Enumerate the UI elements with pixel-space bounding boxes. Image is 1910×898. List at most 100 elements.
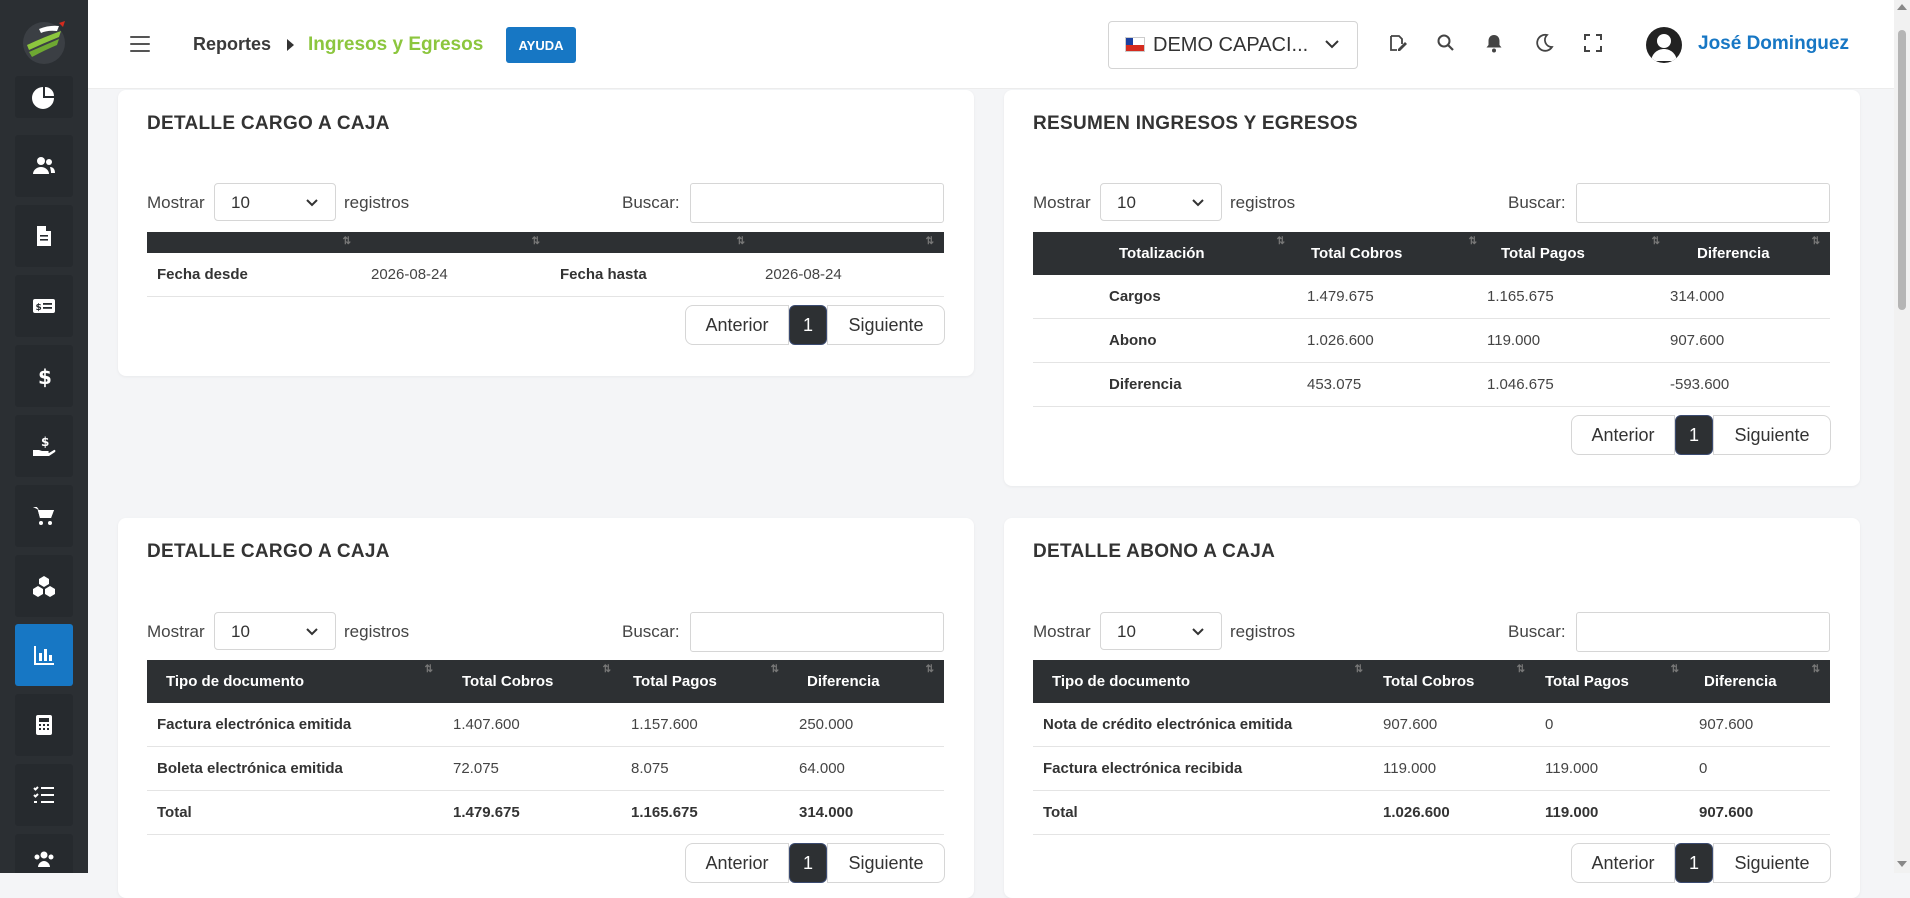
bell-icon[interactable] (1484, 33, 1504, 53)
page-size-value: 10 (1117, 193, 1136, 212)
page-size-value: 10 (231, 193, 250, 212)
sort-icon: ⇅ (925, 664, 934, 675)
sidebar-item-inventory[interactable] (15, 555, 73, 617)
search-input[interactable] (1576, 183, 1830, 223)
cell: Fecha hasta (550, 253, 755, 297)
page-size-select[interactable]: 10 (1100, 612, 1222, 650)
cell: Factura electrónica recibida (1033, 746, 1373, 791)
company-selector[interactable]: DEMO CAPACI... (1108, 21, 1358, 69)
sidebar-item-users[interactable] (15, 834, 73, 873)
avatar[interactable] (1646, 27, 1682, 63)
previous-page-button[interactable]: Anterior (685, 305, 789, 345)
breadcrumb-root[interactable]: Reportes (193, 34, 271, 55)
moon-icon[interactable] (1534, 33, 1554, 53)
show-label: Mostrar (1033, 622, 1091, 641)
next-page-button[interactable]: Siguiente (1713, 843, 1831, 883)
sort-icon: ⇅ (736, 236, 745, 247)
sidebar-item-reports[interactable] (15, 624, 73, 686)
column-header[interactable]: Total Pagos ⇅ (1535, 660, 1689, 703)
pie-chart-icon (32, 87, 54, 109)
table-row: Total 1.479.675 1.165.675 314.000 (147, 790, 944, 835)
sidebar-item-finance[interactable]: $ (15, 345, 73, 407)
column-header[interactable]: Total Cobros ⇅ (1373, 660, 1535, 703)
next-page-button[interactable]: Siguiente (827, 305, 945, 345)
scrollbar-thumb[interactable] (1898, 30, 1906, 310)
signature-icon[interactable] (1388, 33, 1408, 53)
column-header[interactable]: Diferencia ⇅ (789, 660, 944, 703)
search-icon[interactable] (1436, 33, 1456, 53)
help-button[interactable]: AYUDA (506, 27, 576, 63)
column-header[interactable]: Total Cobros ⇅ (1295, 232, 1487, 275)
app-logo-icon[interactable] (19, 17, 69, 67)
hand-dollar-icon: $ (33, 435, 56, 456)
column-header[interactable]: Tipo de documento ⇅ (1033, 660, 1373, 703)
cell: 2026-08-24 (361, 253, 550, 297)
current-page-button[interactable]: 1 (789, 305, 827, 345)
column-header[interactable]: Total Pagos ⇅ (621, 660, 789, 703)
page-size-select[interactable]: 10 (214, 183, 336, 221)
cell: 1.407.600 (443, 703, 621, 747)
search-input[interactable] (1576, 612, 1830, 652)
cell: Factura electrónica emitida (147, 703, 443, 747)
sidebar-item-purchases[interactable] (15, 485, 73, 547)
current-page-button[interactable]: 1 (1675, 415, 1713, 455)
previous-page-button[interactable]: Anterior (1571, 415, 1675, 455)
cell: 1.165.675 (621, 790, 789, 835)
previous-page-button[interactable]: Anterior (685, 843, 789, 883)
money-card-icon: $ (33, 299, 55, 313)
cart-icon (33, 507, 54, 525)
summary-table: Totalización ⇅ Total Cobros ⇅ Total Pagos ⇅… (1033, 232, 1830, 407)
previous-page-button[interactable]: Anterior (1571, 843, 1675, 883)
page-title: Ingresos y Egresos (308, 34, 484, 55)
next-page-button[interactable]: Siguiente (1713, 415, 1831, 455)
search-input[interactable] (690, 612, 944, 652)
sidebar-item-dashboard[interactable] (15, 76, 73, 118)
boxes-icon (33, 576, 55, 597)
page-size-select[interactable]: 10 (214, 612, 336, 650)
cargo-table: Tipo de documento ⇅ Total Cobros ⇅ Total P… (147, 660, 944, 835)
menu-toggle-icon[interactable] (130, 36, 150, 52)
sidebar-item-accounting[interactable] (15, 694, 73, 756)
table-row: Factura electrónica emitida 1.407.600 1.… (147, 703, 944, 747)
company-selector-value: DEMO CAPACI... (1153, 34, 1309, 56)
table-row: Boleta electrónica emitida 72.075 8.075 … (147, 746, 944, 791)
scroll-up-icon[interactable] (1897, 4, 1907, 10)
users-icon (33, 157, 55, 174)
sidebar-item-clients[interactable] (15, 135, 73, 197)
column-header[interactable]: ⇅ (550, 232, 755, 253)
cell: 0 (1535, 703, 1689, 747)
column-header[interactable]: ⇅ (755, 232, 944, 253)
search-input[interactable] (690, 183, 944, 223)
column-header[interactable]: Diferencia ⇅ (1689, 660, 1830, 703)
column-header[interactable]: ⇅ (361, 232, 550, 253)
column-header[interactable]: Total Pagos ⇅ (1487, 232, 1670, 275)
current-page-button[interactable]: 1 (789, 843, 827, 883)
user-name[interactable]: José Dominguez (1698, 33, 1849, 55)
card-resumen: RESUMEN INGRESOS Y EGRESOS Mostrar 10 re… (1004, 90, 1860, 486)
page-size-select[interactable]: 10 (1100, 183, 1222, 221)
card-title: RESUMEN INGRESOS Y EGRESOS (1033, 113, 1358, 134)
column-header[interactable]: ⇅ (147, 232, 361, 253)
fullscreen-icon[interactable] (1583, 33, 1603, 53)
sidebar-item-documents[interactable] (15, 205, 73, 267)
show-label: Mostrar (147, 622, 205, 641)
card-title: DETALLE ABONO A CAJA (1033, 541, 1276, 562)
records-label: registros (1230, 622, 1296, 641)
user-avatar-icon (1651, 34, 1677, 61)
column-header[interactable]: Tipo de documento ⇅ (147, 660, 443, 703)
next-page-button[interactable]: Siguiente (827, 843, 945, 883)
cell: 250.000 (789, 703, 944, 747)
column-header[interactable]: Total Cobros ⇅ (443, 660, 621, 703)
sort-icon: ⇅ (1354, 664, 1363, 675)
cell: 907.600 (1689, 703, 1830, 747)
current-page-button[interactable]: 1 (1675, 843, 1713, 883)
sidebar-item-payments[interactable]: $ (15, 275, 73, 337)
scroll-down-icon[interactable] (1897, 861, 1907, 867)
sidebar-item-tasks[interactable] (15, 764, 73, 826)
records-label: registros (1230, 193, 1296, 212)
cell: Cargos (1033, 275, 1295, 319)
cell: 1.479.675 (443, 790, 621, 835)
column-header[interactable]: Diferencia ⇅ (1670, 232, 1830, 275)
sidebar-item-collections[interactable]: $ (15, 415, 73, 477)
column-header[interactable]: Totalización ⇅ (1033, 232, 1295, 275)
